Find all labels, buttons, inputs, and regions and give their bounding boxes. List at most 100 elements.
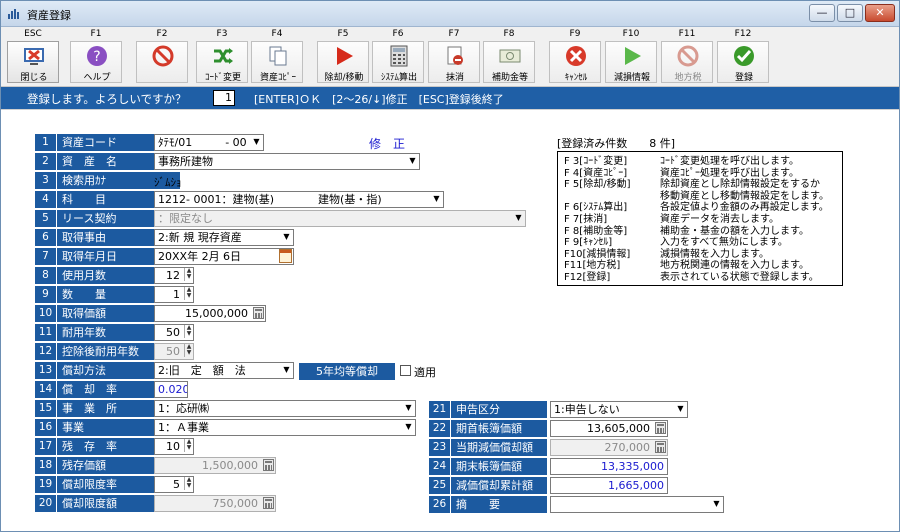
field-input[interactable]: 13,605,000: [550, 420, 668, 437]
calculator-icon[interactable]: [253, 307, 264, 319]
calculator-icon[interactable]: [655, 422, 666, 434]
chevron-down-icon[interactable]: ▼: [430, 192, 443, 205]
field-input[interactable]: 750,000: [154, 495, 276, 512]
calculator-icon[interactable]: [263, 497, 274, 509]
fkey-f3: F3 ｺｰﾄﾞ変更: [196, 29, 248, 83]
minimize-button[interactable]: —: [809, 4, 835, 22]
f9-button[interactable]: ｷｬﾝｾﾙ: [549, 41, 601, 83]
field-input[interactable]: [550, 496, 724, 513]
field-input[interactable]: 2:新 規 現存資産: [154, 229, 294, 246]
field-input[interactable]: 1：Ａ事業: [154, 419, 416, 436]
fkey-label: 閉じる: [20, 73, 48, 83]
help-line: F 9[ｷｬﾝｾﾙ] 入力をすべて無効にします。: [564, 237, 788, 248]
f1-button[interactable]: ? ヘルプ: [70, 41, 122, 83]
kana-value[interactable]: ｼﾞﾑｼｮ: [154, 174, 182, 190]
fkey-code: F5: [337, 29, 349, 39]
f3-button[interactable]: ｺｰﾄﾞ変更: [196, 41, 248, 83]
apply-checkbox-label: 適用: [414, 366, 436, 379]
help-desc: 入力をすべて無効にします。: [660, 237, 788, 249]
spinner-icon[interactable]: ▲ ▼: [184, 439, 193, 452]
fkey-esc: ESC 閉じる: [7, 29, 59, 83]
fkey-code: F9: [569, 29, 581, 39]
fkey-label: 抹消: [445, 73, 464, 83]
fkey-code: F12: [734, 29, 752, 39]
field-number: 15: [35, 400, 57, 417]
field-input[interactable]: 1,665,000: [550, 477, 668, 494]
fkey-f4: F4 資産ｺﾋﾟｰ: [251, 29, 303, 83]
fkey-code: F4: [271, 29, 283, 39]
f6-button[interactable]: ｼｽﾃﾑ算出: [372, 41, 424, 83]
field-input[interactable]: 1:申告しない: [550, 401, 688, 418]
chevron-down-icon[interactable]: ▼: [280, 230, 293, 243]
chevron-down-icon[interactable]: ▼: [280, 363, 293, 376]
f12-button[interactable]: 登録: [717, 41, 769, 83]
field-number: 2: [35, 153, 57, 170]
spinner-icon[interactable]: ▲ ▼: [184, 268, 193, 281]
help-key: F 4[資産ｺﾋﾟｰ]: [564, 167, 628, 179]
help-desc: 移動資産とし移動情報設定をします。: [660, 190, 829, 202]
fkey-f8: F8 補助金等: [483, 29, 535, 83]
field-number: 26: [429, 496, 451, 513]
f2-button[interactable]: [136, 41, 188, 83]
f7-button[interactable]: 抹消: [428, 41, 480, 83]
chevron-down-icon[interactable]: ▼: [512, 211, 525, 224]
prohibit-gray-icon: [677, 45, 699, 67]
field-input[interactable]: ﾀﾃﾓ/01 - 00: [154, 134, 264, 151]
chevron-down-icon[interactable]: ▼: [250, 135, 263, 148]
help-line: F12[登録] 表示されている状態で登録します。: [564, 272, 819, 283]
field-input[interactable]: 13,335,000: [550, 458, 668, 475]
chevron-down-icon[interactable]: ▼: [674, 402, 687, 415]
f11-button[interactable]: 地方税: [661, 41, 713, 83]
fkey-code: F1: [90, 29, 102, 39]
erase-icon: [444, 45, 466, 67]
fkey-label: ｷｬﾝｾﾙ: [564, 73, 588, 83]
field-input[interactable]: ：限定なし: [154, 210, 526, 227]
svg-text:?: ?: [93, 49, 100, 65]
fkey-label: 資産ｺﾋﾟｰ: [259, 73, 296, 83]
fkey-f6: F6 ｼｽﾃﾑ算出: [372, 29, 424, 83]
field-number: 25: [429, 477, 451, 494]
spinner-icon[interactable]: ▲ ▼: [184, 325, 193, 338]
field-input[interactable]: 1212- 0001：建物(基) 建物(基・指): [154, 191, 444, 208]
close-screen-icon: [23, 45, 45, 67]
chevron-down-icon[interactable]: ▼: [710, 497, 723, 510]
calculator-icon: [388, 45, 410, 67]
f5-button[interactable]: 除却/移動: [317, 41, 369, 83]
confirm-input[interactable]: 1: [213, 90, 235, 106]
help-desc: 資産データを消去します。: [660, 214, 779, 225]
registered-count: [登録済み件数 8 件]: [557, 137, 676, 150]
field-input[interactable]: 15,000,000: [154, 305, 266, 322]
f8-button[interactable]: 補助金等: [483, 41, 535, 83]
field-number: 23: [429, 439, 451, 456]
spinner-icon[interactable]: ▲ ▼: [184, 344, 193, 357]
spinner-icon[interactable]: ▲ ▼: [184, 477, 193, 490]
field-input[interactable]: 1：応研㈱: [154, 400, 416, 417]
help-desc: 除却資産とし除却情報設定をするか: [660, 179, 820, 191]
field-input[interactable]: 2:旧 定 額 法: [154, 362, 294, 379]
spinner-icon[interactable]: ▲ ▼: [184, 287, 193, 300]
chevron-down-icon[interactable]: ▼: [402, 401, 415, 414]
close-button[interactable]: ✕: [865, 4, 895, 22]
restore-button[interactable]: □: [837, 4, 863, 22]
help-desc: 地方税関連の情報を入力します。: [660, 260, 809, 272]
calculator-icon[interactable]: [655, 441, 666, 453]
fkey-code: F2: [156, 29, 168, 39]
apply-checkbox[interactable]: [400, 365, 411, 376]
f4-button[interactable]: 資産ｺﾋﾟｰ: [251, 41, 303, 83]
function-key-help-panel: F 3[ｺｰﾄﾞ変更] ｺｰﾄﾞ変更処理を呼び出します。 F 4[資産ｺﾋﾟｰ] 資産…: [557, 151, 843, 286]
calculator-icon[interactable]: [263, 459, 274, 471]
field-input[interactable]: 事務所建物: [154, 153, 420, 170]
field-input[interactable]: 0.020: [154, 381, 188, 398]
chevron-down-icon[interactable]: ▼: [402, 420, 415, 433]
chevron-down-icon[interactable]: ▼: [406, 154, 419, 167]
help-key: F12[登録]: [564, 272, 611, 283]
five-year-depreciation-button[interactable]: 5年均等償却: [299, 363, 395, 380]
field-input[interactable]: 270,000: [550, 439, 668, 456]
field-input[interactable]: 1,500,000: [154, 457, 276, 474]
field-input[interactable]: 20XX年 2月 6日: [154, 248, 294, 265]
f10-button[interactable]: 減損情報: [605, 41, 657, 83]
check-icon: [733, 45, 755, 67]
esc-button[interactable]: 閉じる: [7, 41, 59, 83]
help-key: F 5[除却/移動]: [564, 179, 631, 191]
calendar-icon[interactable]: [279, 249, 292, 263]
